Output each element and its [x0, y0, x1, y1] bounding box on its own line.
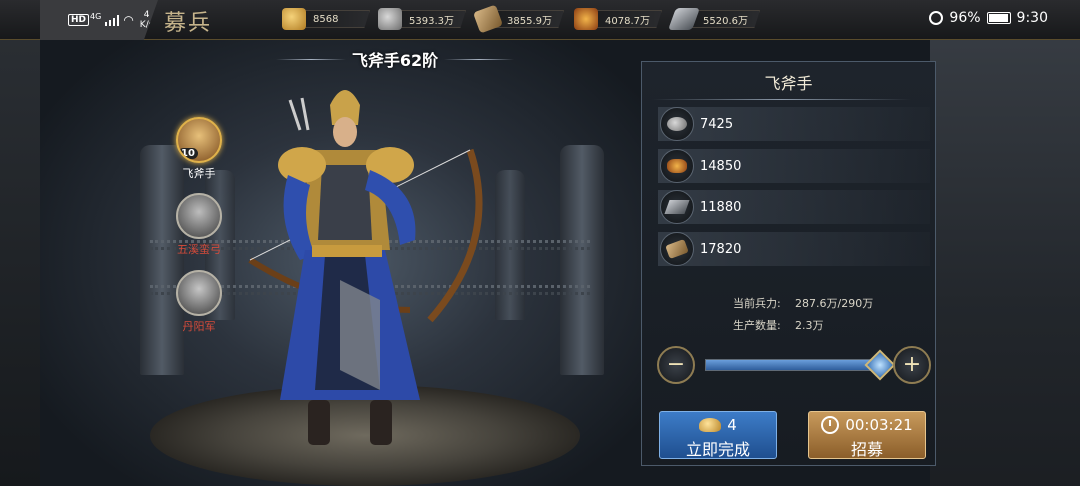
resource-food[interactable]: 4078.7万: [574, 8, 662, 30]
recruit-button[interactable]: 00:03:21 招募: [808, 411, 926, 459]
cost-row-wood: 17820: [658, 232, 930, 266]
network-type: 4G: [90, 11, 102, 21]
resource-value: 8568: [300, 10, 370, 28]
wood-icon: [660, 232, 694, 266]
stat-label: 生产数量:: [733, 319, 781, 332]
decrease-button[interactable]: −: [657, 346, 695, 384]
unit-rank-title: 飞斧手62阶: [351, 51, 439, 70]
recruit-panel: 飞斧手 7425 14850 11880 17820 当前兵力: 287.6万/2…: [641, 61, 936, 466]
unit-avatar: 10: [176, 117, 222, 163]
clock-time: 9:30: [1016, 10, 1048, 26]
slider-thumb[interactable]: [864, 349, 896, 381]
page-title: 募兵: [164, 11, 213, 36]
net-speed-unit: K/s: [139, 20, 154, 30]
plus-icon: +: [902, 352, 922, 377]
background-left-wall: [0, 40, 40, 486]
slider-track[interactable]: [705, 349, 896, 381]
recruit-label: 招募: [850, 440, 883, 459]
increase-button[interactable]: +: [893, 346, 931, 384]
cost-value: 7425: [700, 116, 734, 132]
food-icon: [660, 149, 694, 183]
resource-gold[interactable]: 8568: [282, 8, 370, 30]
iron-icon: [660, 190, 694, 224]
background-city: [930, 40, 1080, 486]
stat-value: 287.6万/290万: [795, 297, 874, 310]
top-bar: HD 4G ◠ 4 K/s 募兵 8568 5393.3万 3855.9万 40…: [0, 0, 1080, 40]
complete-cost: 4: [660, 415, 776, 435]
header-ornament-left: [276, 58, 346, 60]
alarm-icon: [929, 11, 944, 25]
signal-icon: [105, 14, 120, 26]
stat-value: 2.3万: [795, 319, 824, 332]
resource-value: 5393.3万: [396, 10, 466, 28]
wifi-icon: ◠: [123, 13, 134, 27]
unit-avatar-locked: [176, 270, 222, 316]
resource-value: 4078.7万: [592, 10, 662, 28]
coin-icon: [378, 8, 402, 30]
current-troops: 当前兵力: 287.6万/290万: [733, 293, 873, 315]
recruit-time-value: 00:03:21: [845, 416, 913, 434]
gold-ingot-icon: [282, 8, 306, 30]
cost-row-coin: 7425: [658, 107, 930, 141]
net-speed: 4 K/s: [140, 10, 154, 30]
food-icon: [574, 8, 598, 30]
unit-level-badge: 10: [178, 148, 198, 159]
gold-ingot-icon: [699, 418, 722, 432]
resource-wood[interactable]: 3855.9万: [472, 4, 564, 34]
unit-type-danyang-army[interactable]: 丹阳军: [170, 270, 228, 334]
resource-iron[interactable]: 5520.6万: [667, 8, 760, 30]
archer-character: [248, 90, 483, 445]
unit-label: 飞斧手: [182, 167, 216, 180]
cost-row-iron: 11880: [658, 190, 930, 224]
cost-value: 17820: [700, 241, 742, 257]
troop-stats: 当前兵力: 287.6万/290万 生产数量: 2.3万: [733, 293, 873, 337]
resource-value: 3855.9万: [494, 10, 564, 28]
production-amount: 生产数量: 2.3万: [733, 315, 873, 337]
status-bar-left: HD 4G ◠ 4 K/s: [40, 0, 158, 40]
hd-badge: HD: [68, 14, 90, 26]
stat-label: 当前兵力:: [733, 297, 781, 310]
cost-row-food: 14850: [658, 149, 930, 183]
unit-type-wuxi-archer[interactable]: 五溪蛮弓: [170, 193, 228, 257]
slider-fill: [706, 360, 881, 370]
resource-coin[interactable]: 5393.3万: [378, 8, 466, 30]
unit-label: 五溪蛮弓: [177, 243, 221, 256]
wood-icon: [472, 4, 504, 34]
arena-pillar-right: [560, 145, 604, 375]
battery-percent: 96%: [949, 10, 981, 26]
complete-now-label: 立即完成: [685, 440, 750, 459]
resource-value: 5520.6万: [690, 10, 760, 28]
net-speed-value: 4: [143, 10, 150, 20]
unit-avatar-locked: [176, 193, 222, 239]
unit-type-flying-axe[interactable]: 10 飞斧手: [170, 117, 228, 181]
coin-icon: [660, 107, 694, 141]
unit-label: 丹阳军: [182, 320, 216, 333]
panel-title: 飞斧手: [642, 62, 935, 102]
battery-icon: [986, 12, 1011, 24]
recruit-timer: 00:03:21: [809, 415, 925, 435]
quantity-slider: − +: [657, 346, 931, 386]
complete-cost-value: 4: [727, 416, 737, 434]
header-ornament-right: [444, 58, 514, 60]
cost-value: 14850: [700, 158, 742, 174]
complete-now-button[interactable]: 4 立即完成: [659, 411, 777, 459]
cost-value: 11880: [700, 199, 742, 215]
status-bar-right: 96% 9:30: [929, 10, 1048, 26]
minus-icon: −: [666, 352, 686, 377]
clock-icon: [821, 416, 840, 434]
